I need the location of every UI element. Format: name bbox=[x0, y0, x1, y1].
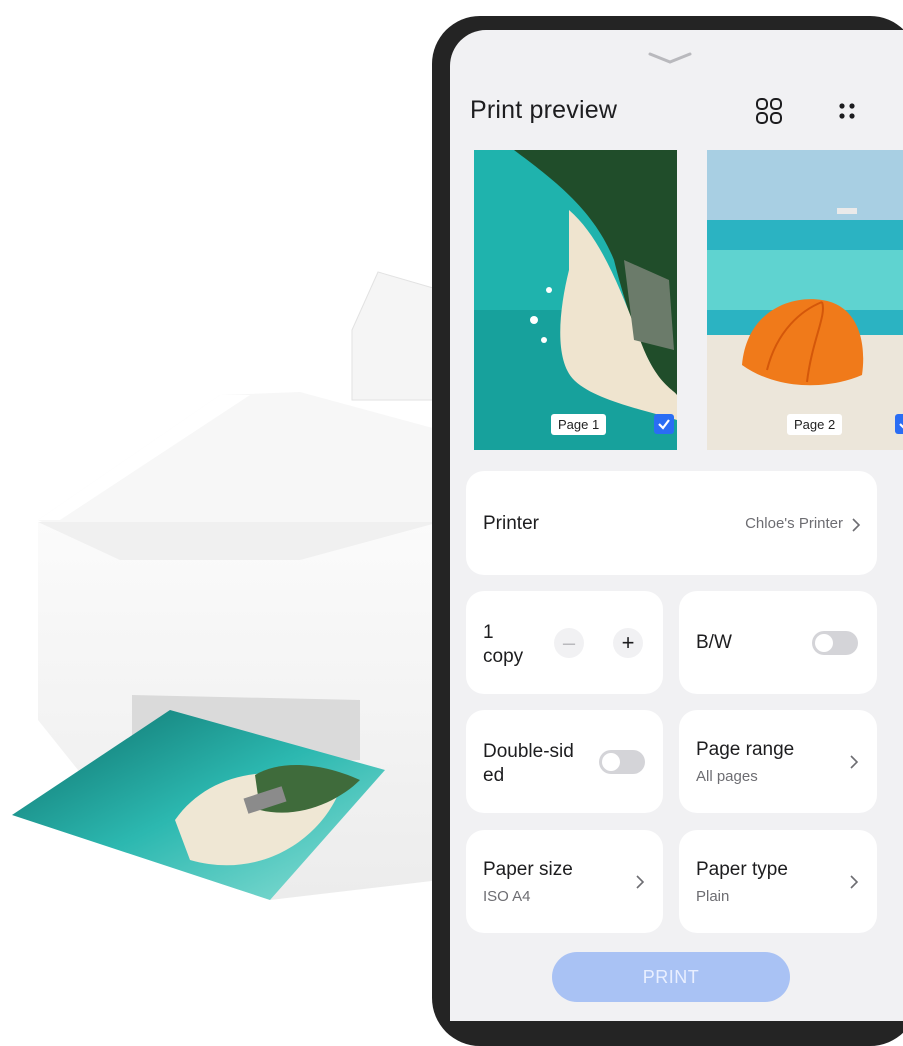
page-range-selector[interactable]: Page range All pages bbox=[679, 710, 877, 813]
page-label: Page 2 bbox=[787, 414, 843, 435]
paper-type-value: Plain bbox=[696, 888, 730, 905]
chevron-right-icon bbox=[636, 875, 645, 889]
checkmark-icon[interactable] bbox=[895, 414, 903, 434]
bw-label: B/W bbox=[696, 632, 732, 653]
beach-aerial-photo bbox=[474, 150, 677, 450]
decrease-copies-button[interactable]: – bbox=[554, 628, 584, 658]
duplex-label: Double-sided bbox=[483, 741, 574, 786]
toggle-knob bbox=[602, 753, 620, 771]
page-range-value: All pages bbox=[696, 768, 758, 785]
bw-card: B/W bbox=[679, 591, 877, 694]
chevron-right-icon bbox=[852, 518, 861, 532]
printer-value: Chloe's Printer bbox=[745, 515, 843, 532]
print-preview-screen: Print preview Page 1 Page 2 Printer Chlo… bbox=[450, 30, 903, 1021]
duplex-toggle[interactable] bbox=[599, 750, 645, 774]
paper-type-label: Paper type bbox=[696, 859, 788, 880]
copies-count: 1 bbox=[483, 622, 494, 643]
chevron-right-icon bbox=[850, 875, 859, 889]
grid-view-icon[interactable] bbox=[754, 96, 784, 126]
page-thumbnail-1[interactable]: Page 1 bbox=[474, 150, 677, 450]
chevron-down-icon[interactable] bbox=[646, 50, 694, 66]
copies-card: 1 copy – + bbox=[466, 591, 663, 694]
paper-size-label: Paper size bbox=[483, 859, 573, 880]
copies-unit: copy bbox=[483, 646, 524, 667]
page-thumbnail-2[interactable]: Page 2 bbox=[707, 150, 903, 450]
printer-selector[interactable]: Printer Chloe's Printer bbox=[466, 471, 877, 575]
paper-type-selector[interactable]: Paper type Plain bbox=[679, 830, 877, 933]
paper-size-value: ISO A4 bbox=[483, 888, 531, 905]
printer-label: Printer bbox=[483, 513, 539, 534]
paper-size-selector[interactable]: Paper size ISO A4 bbox=[466, 830, 663, 933]
bw-toggle[interactable] bbox=[812, 631, 858, 655]
page-title: Print preview bbox=[470, 96, 618, 124]
duplex-card: Double-sided bbox=[466, 710, 663, 813]
page-range-label: Page range bbox=[696, 739, 795, 760]
checkmark-icon[interactable] bbox=[654, 414, 674, 434]
increase-copies-button[interactable]: + bbox=[613, 628, 643, 658]
toggle-knob bbox=[815, 634, 833, 652]
more-options-icon[interactable] bbox=[832, 96, 862, 126]
printer-illustration bbox=[12, 271, 441, 900]
chevron-right-icon bbox=[850, 755, 859, 769]
page-label: Page 1 bbox=[551, 414, 607, 435]
print-button[interactable]: PRINT bbox=[552, 952, 790, 1002]
beach-umbrella-photo bbox=[707, 150, 903, 450]
